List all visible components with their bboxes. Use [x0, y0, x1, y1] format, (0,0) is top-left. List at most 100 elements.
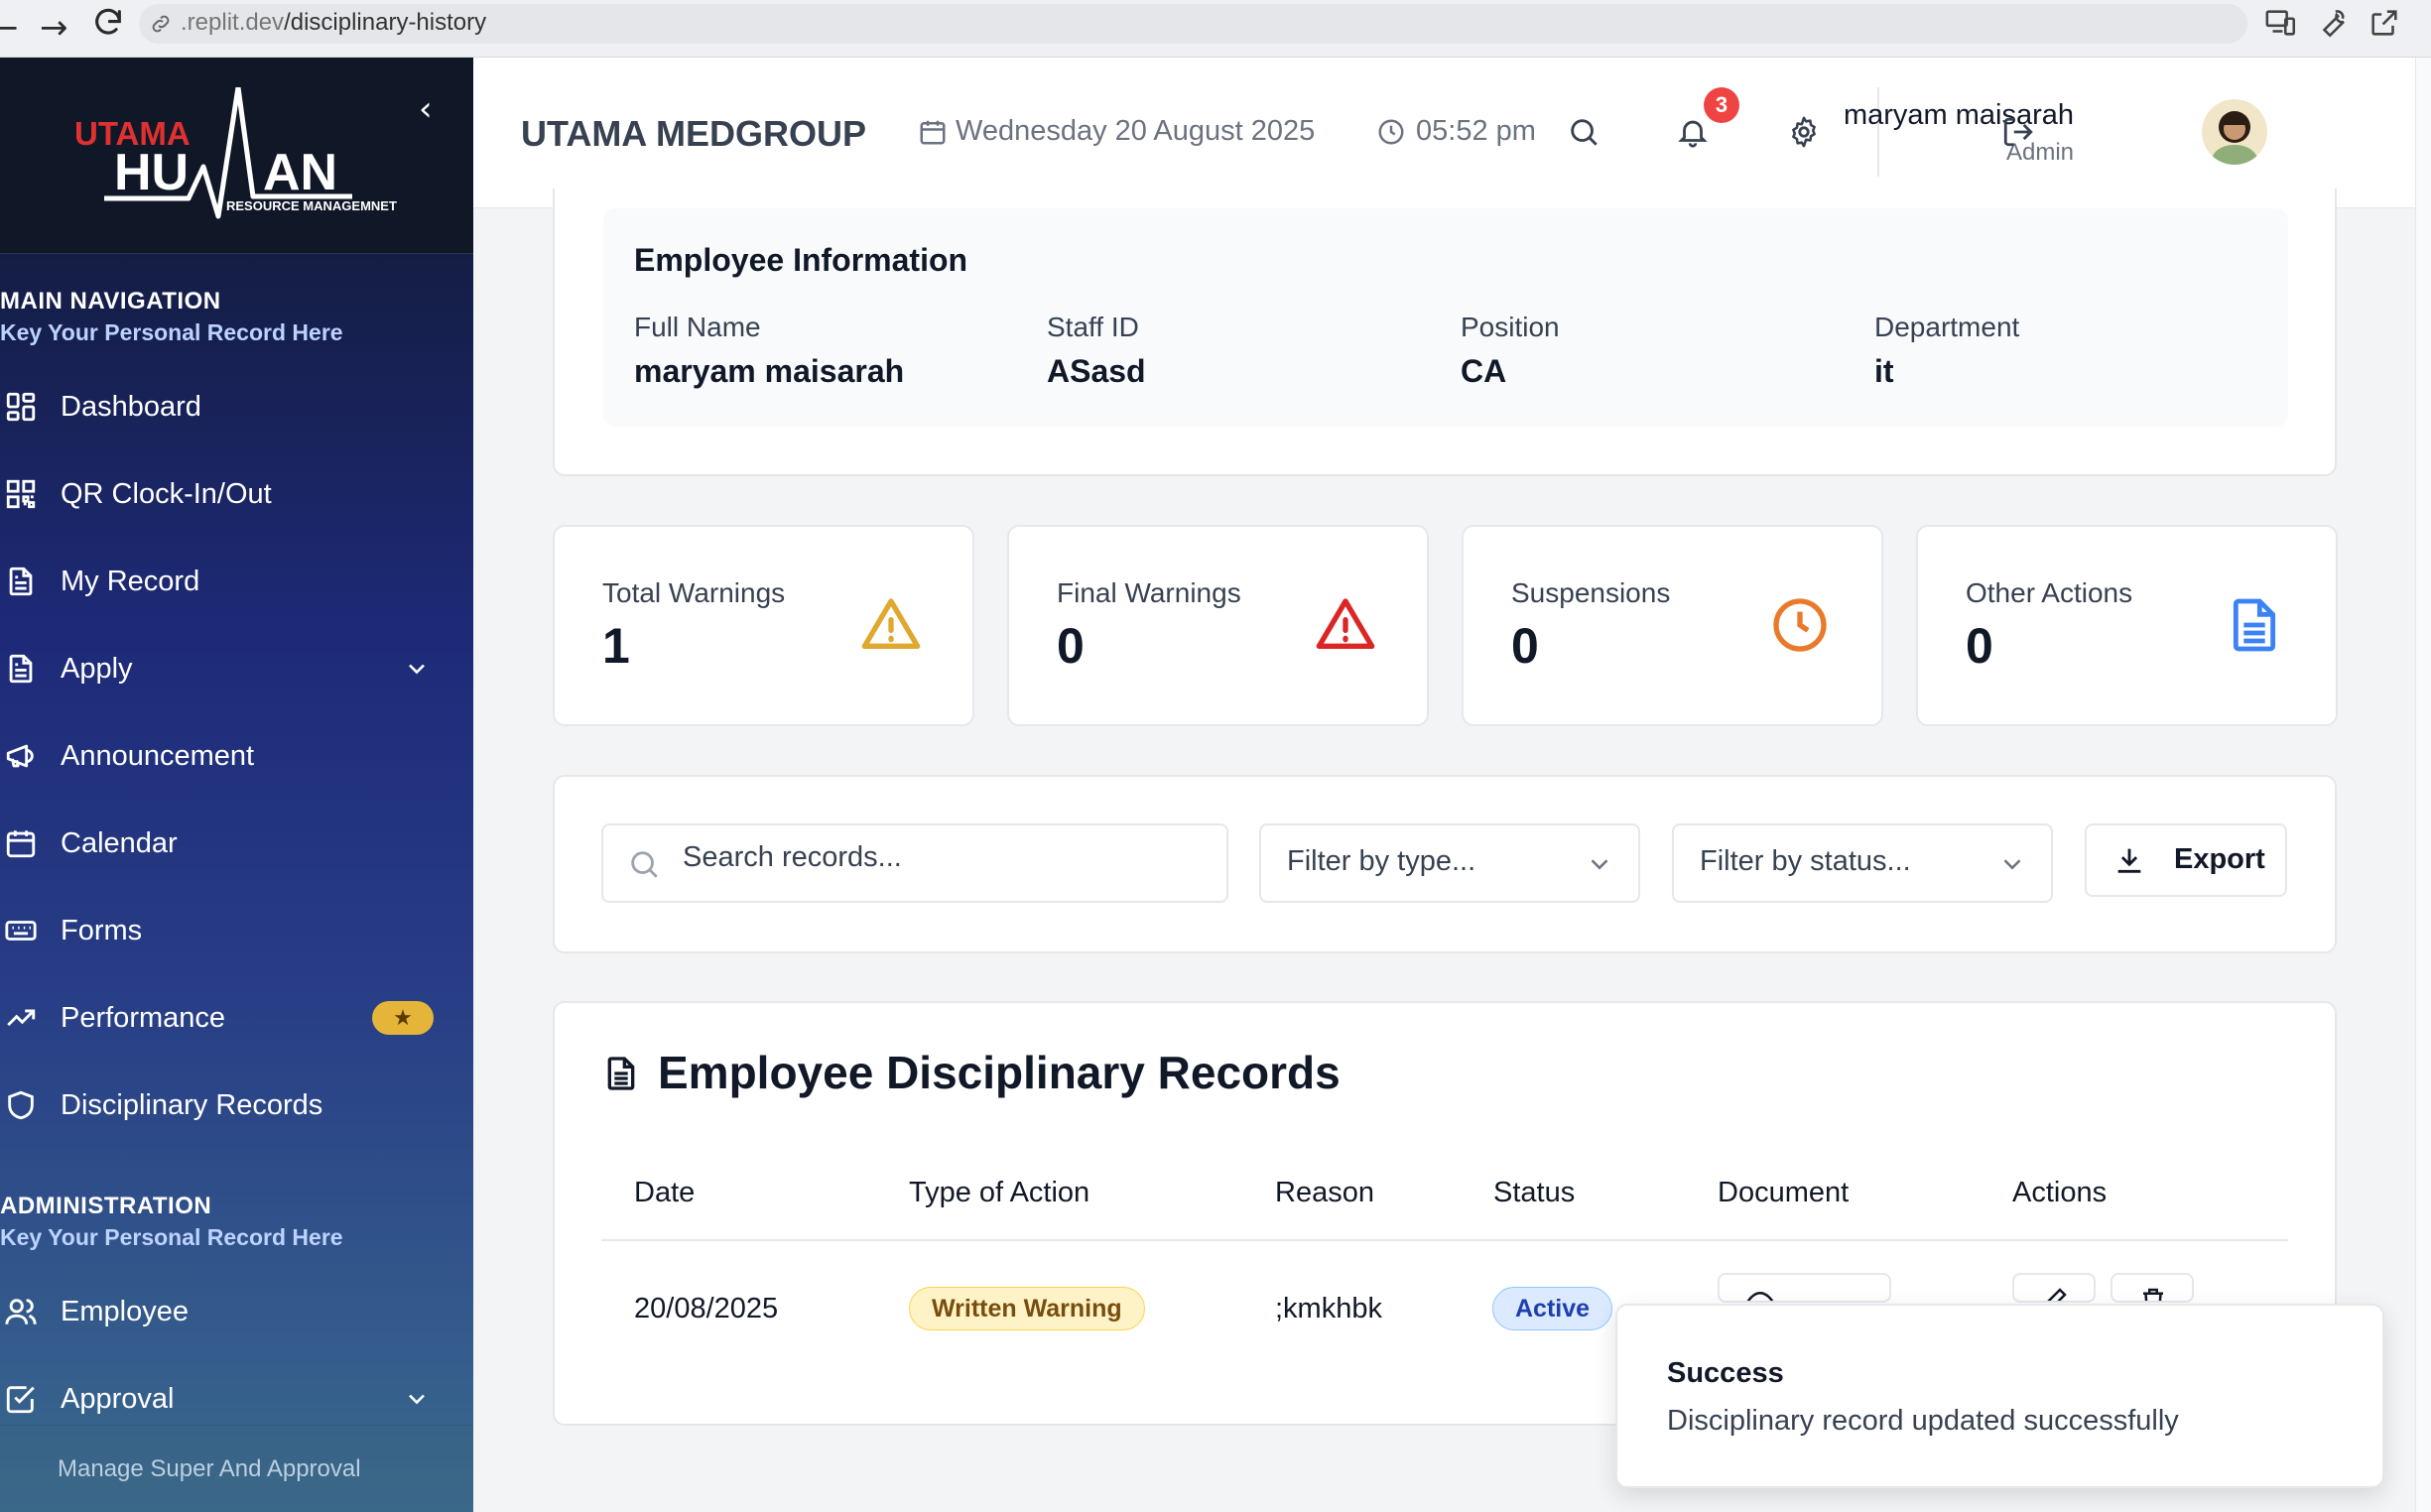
link-icon — [152, 15, 170, 33]
warning-triangle-icon — [861, 598, 921, 649]
toast-title: Success — [1667, 1357, 1784, 1389]
success-toast: Success Disciplinary record updated succ… — [1615, 1304, 2384, 1488]
browser-toolbar: ← → .replit.dev/disciplinary-history — [0, 0, 2431, 58]
logo-subtitle: RESOURCE MANAGEMNET — [226, 198, 397, 213]
full-name-label: Full Name — [634, 312, 761, 342]
export-button[interactable]: Export — [2085, 823, 2287, 897]
sidebar-item-label: Disciplinary Records — [61, 1088, 323, 1121]
sidebar-item-apply[interactable]: Apply — [0, 634, 473, 703]
logo-area: UTAMA HU AN RESOURCE MANAGEMNET ‹ — [0, 58, 473, 254]
column-header-type: Type of Action — [909, 1177, 1090, 1208]
admin-title: ADMINISTRATION — [0, 1193, 212, 1219]
user-name: maryam maisarah — [1843, 99, 2074, 131]
wrench-icon[interactable] — [2316, 6, 2350, 40]
filter-type-select[interactable]: Filter by type... — [1259, 823, 1640, 903]
employee-info-title: Employee Information — [634, 242, 968, 278]
sidebar-item-my-record[interactable]: My Record — [0, 547, 473, 616]
filter-status-label: Filter by status... — [1700, 845, 1911, 877]
header-date: Wednesday 20 August 2025 — [956, 115, 1316, 147]
star-badge: ★ — [372, 1001, 434, 1035]
stat-label: Other Actions — [1966, 577, 2133, 608]
search-icon[interactable] — [1567, 115, 1600, 149]
bell-icon[interactable] — [1676, 115, 1710, 149]
search-input[interactable] — [601, 823, 1228, 903]
logout-icon[interactable] — [2001, 115, 2035, 149]
edit-icon — [2047, 1288, 2067, 1301]
arrow-right-icon[interactable]: → — [40, 8, 68, 48]
gear-icon[interactable] — [1787, 115, 1821, 149]
collapse-sidebar-icon[interactable]: ‹ — [419, 89, 433, 129]
sidebar-item-qr-clock[interactable]: QR Clock-In/Out — [0, 459, 473, 529]
chevron-down-icon — [2003, 859, 2021, 870]
company-name: UTAMA MEDGROUP — [521, 113, 866, 154]
calendar-icon — [6, 830, 36, 858]
keyboard-icon — [5, 921, 37, 941]
utama-human-logo: UTAMA HU AN — [74, 87, 352, 219]
megaphone-icon — [6, 744, 34, 768]
edit-button[interactable] — [2012, 1273, 2096, 1303]
svg-text:HU: HU — [114, 144, 189, 201]
column-header-date: Date — [634, 1177, 696, 1208]
view-document-button[interactable] — [1718, 1273, 1891, 1303]
chevron-down-icon — [1591, 859, 1608, 870]
dashboard-icon — [6, 392, 36, 422]
table-divider — [601, 1239, 2288, 1241]
address-bar[interactable]: .replit.dev/disciplinary-history — [139, 4, 2247, 44]
filter-status-select[interactable]: Filter by status... — [1672, 823, 2053, 903]
sidebar-item-dashboard[interactable]: Dashboard — [0, 372, 473, 441]
alert-triangle-icon — [1316, 598, 1375, 649]
chevron-down-icon — [409, 1394, 425, 1405]
search-field[interactable] — [683, 841, 1119, 874]
main-nav-title: MAIN NAVIGATION — [0, 288, 221, 315]
staff-id-value: ASasd — [1047, 353, 1146, 389]
file-text-icon — [607, 1057, 635, 1090]
main-nav-subtitle: Key Your Personal Record Here — [0, 319, 343, 345]
sidebar: UTAMA HU AN RESOURCE MANAGEMNET ‹ MAIN N… — [0, 58, 473, 1512]
notification-badge: 3 — [1704, 87, 1739, 123]
delete-button[interactable] — [2111, 1273, 2194, 1303]
sidebar-footer: Manage Super And Approval — [0, 1425, 473, 1512]
sidebar-item-approval[interactable]: Approval — [0, 1364, 473, 1434]
type-badge: Written Warning — [909, 1287, 1145, 1330]
cell-reason: ;kmkhbk — [1275, 1293, 1382, 1324]
sidebar-item-performance[interactable]: Performance ★ — [0, 983, 473, 1053]
devices-icon[interactable] — [2264, 6, 2298, 40]
sidebar-item-disciplinary-records[interactable]: Disciplinary Records — [0, 1071, 473, 1140]
employee-info-panel — [603, 208, 2288, 427]
stat-label: Total Warnings — [602, 577, 786, 608]
document-icon — [9, 567, 33, 596]
sidebar-item-label: Employee — [61, 1295, 189, 1327]
file-text-icon — [2233, 598, 2276, 652]
download-icon — [2117, 848, 2141, 873]
sidebar-item-label: Dashboard — [61, 390, 201, 423]
reload-icon[interactable] — [91, 6, 125, 40]
sidebar-item-forms[interactable]: Forms — [0, 896, 473, 965]
admin-subtitle: Key Your Personal Record Here — [0, 1224, 343, 1250]
records-title: Employee Disciplinary Records — [658, 1047, 1341, 1098]
url-text: .replit.dev/disciplinary-history — [181, 9, 487, 36]
avatar[interactable] — [2202, 99, 2267, 165]
svg-text:AN: AN — [263, 144, 337, 201]
avatar-image — [2202, 99, 2267, 165]
page-scrollbar[interactable] — [2415, 58, 2431, 1512]
checkbox-icon — [6, 1386, 35, 1414]
clock-icon — [1378, 119, 1404, 145]
stat-label: Suspensions — [1511, 577, 1671, 608]
sidebar-item-label: Announcement — [61, 739, 255, 772]
sidebar-item-announcement[interactable]: Announcement — [0, 721, 473, 791]
sidebar-item-label: Performance — [61, 1001, 226, 1034]
sidebar-item-label: QR Clock-In/Out — [61, 477, 272, 510]
filter-type-label: Filter by type... — [1287, 845, 1476, 877]
trending-up-icon — [7, 1009, 36, 1027]
column-header-document: Document — [1718, 1177, 1850, 1208]
external-link-icon[interactable] — [2367, 6, 2401, 40]
department-value: it — [1874, 353, 1894, 389]
qr-icon — [6, 479, 36, 509]
chevron-down-icon — [409, 664, 425, 675]
sidebar-item-employee[interactable]: Employee — [0, 1277, 473, 1346]
sidebar-item-label: My Record — [61, 565, 200, 597]
stat-value: 1 — [602, 618, 630, 674]
stat-value: 0 — [1966, 618, 1993, 674]
arrow-left-icon[interactable]: ← — [0, 8, 19, 48]
sidebar-item-calendar[interactable]: Calendar — [0, 809, 473, 878]
